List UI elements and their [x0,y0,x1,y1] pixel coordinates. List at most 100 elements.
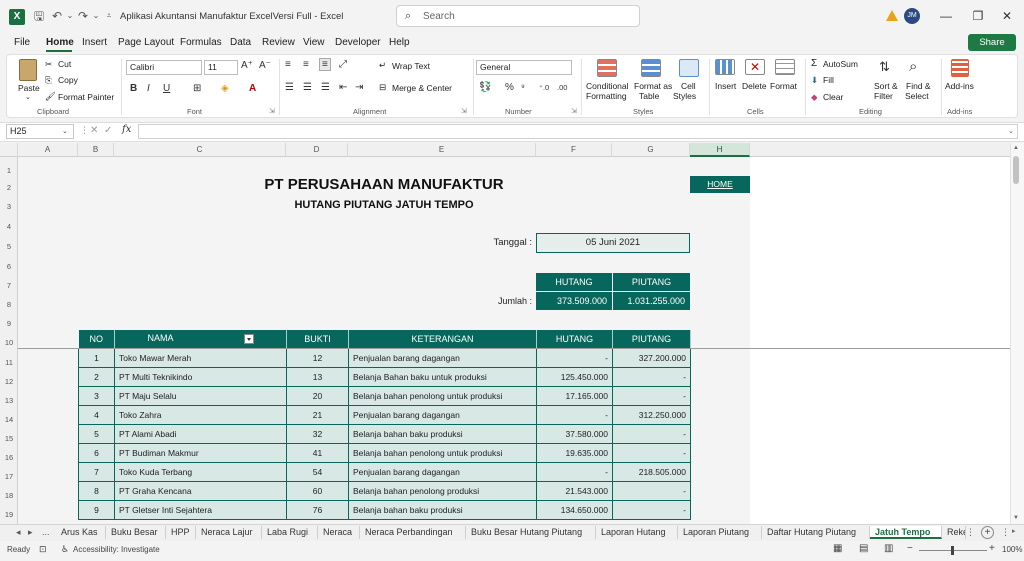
row-header[interactable]: 19 [0,510,18,519]
cell-no[interactable]: 9 [78,499,115,520]
sheet-tab-arus-kas[interactable]: Arus Kas [56,526,106,539]
align-bottom-icon[interactable]: ≡ [319,58,331,71]
cell-nama[interactable]: PT Maju Selalu [114,385,287,406]
cell-styles-icon[interactable] [679,59,699,77]
decrease-font-icon[interactable]: A⁻ [259,60,271,71]
cell-bukti[interactable]: 54 [286,461,349,482]
cell-hutang[interactable]: - [536,347,613,368]
page-layout-view-icon[interactable]: ▤ [859,543,868,554]
cell-keterangan[interactable]: Penjualan barang dagangan [348,461,537,482]
row-header[interactable]: 8 [0,300,18,309]
font-dialog-launcher-icon[interactable]: ⇲ [269,107,275,115]
increase-font-icon[interactable]: A⁺ [241,60,253,71]
tab-insert[interactable]: Insert [82,37,107,48]
avatar[interactable]: JM [904,8,920,24]
row-header[interactable]: 15 [0,434,18,443]
cell-bukti[interactable]: 20 [286,385,349,406]
restore-icon[interactable]: ❐ [970,8,986,24]
cell-nama[interactable]: PT Graha Kencana [114,480,287,501]
filter-dropdown-icon[interactable] [243,334,254,345]
align-left-icon[interactable]: ☰ [285,82,294,93]
cell-no[interactable]: 5 [78,423,115,444]
cell-piutang[interactable]: - [612,480,691,501]
cell-no[interactable]: 8 [78,480,115,501]
delete-cells-button[interactable]: Delete [742,81,767,91]
cell-hutang[interactable]: 125.450.000 [536,366,613,387]
zoom-slider-thumb[interactable] [951,546,954,555]
cell-keterangan[interactable]: Belanja Bahan baku untuk produksi [348,366,537,387]
sheet-tab-laporan-piutang[interactable]: Laporan Piutang [678,526,762,539]
hscroll-right-icon[interactable]: ▸ [1012,527,1016,535]
underline-icon[interactable]: U [163,83,170,94]
number-dialog-launcher-icon[interactable]: ⇲ [571,107,577,115]
align-top-icon[interactable]: ≡ [285,59,291,70]
name-box-dropdown-icon[interactable]: ⌄ [62,127,68,135]
find-select-icon[interactable]: ⌕ [909,58,917,75]
formula-input[interactable] [138,124,1018,139]
tab-home[interactable]: Home [46,37,74,48]
fill-button[interactable]: Fill [823,75,834,85]
decrease-decimal-icon[interactable]: .00 [557,83,567,92]
redo-dropdown-icon[interactable]: ⌄ [89,9,103,23]
save-icon[interactable]: 🖫 [32,9,46,23]
accounting-format-icon[interactable]: 💱 [479,82,491,93]
font-color-icon[interactable]: A [249,83,256,94]
cell-piutang[interactable]: - [612,423,691,444]
cell-keterangan[interactable]: Belanja bahan baku produksi [348,499,537,520]
accessibility-status[interactable]: Accessibility: Investigate [73,545,160,554]
font-size-select[interactable]: 11 [204,60,238,75]
cell-nama[interactable]: Toko Zahra [114,404,287,425]
add-ins-icon[interactable] [951,59,969,77]
cell-hutang[interactable]: 134.650.000 [536,499,613,520]
row-header[interactable]: 3 [0,202,18,211]
column-header-b[interactable]: B [78,143,114,157]
cell-hutang[interactable]: - [536,404,613,425]
cell-no[interactable]: 7 [78,461,115,482]
tab-formulas[interactable]: Formulas [180,37,222,48]
cell-bukti[interactable]: 60 [286,480,349,501]
find-select-button[interactable]: Find & [906,81,931,91]
format-cells-button[interactable]: Format [770,81,797,91]
sheet-tab-laporan-hutang[interactable]: Laporan Hutang [596,526,678,539]
sheet-tab-reke[interactable]: Reke ... [942,526,966,539]
insert-cells-button[interactable]: Insert [715,81,736,91]
share-button[interactable]: Share [968,34,1016,51]
cell-no[interactable]: 6 [78,442,115,463]
insert-function-icon[interactable]: fx [122,124,131,135]
tab-view[interactable]: View [303,37,325,48]
cell-keterangan[interactable]: Penjualan barang dagangan [348,404,537,425]
align-middle-icon[interactable]: ≡ [303,59,309,70]
cell-keterangan[interactable]: Penjualan barang dagangan [348,347,537,368]
sort-filter-icon[interactable]: ⇅ [879,59,890,75]
row-header[interactable]: 18 [0,491,18,500]
home-link-button[interactable]: HOME [690,176,750,193]
tab-page-layout[interactable]: Page Layout [118,37,174,48]
increase-indent-icon[interactable]: ⇥ [355,82,363,93]
minimize-icon[interactable]: — [938,8,954,24]
sheet-tab-neraca-perbandingan[interactable]: Neraca Perbandingan [360,526,466,539]
cell-piutang[interactable]: 327.200.000 [612,347,691,368]
undo-dropdown-icon[interactable]: ⌄ [63,9,77,23]
customize-qat-icon[interactable]: ⩡ [102,9,116,23]
autosum-button[interactable]: AutoSum [823,59,858,69]
tab-data[interactable]: Data [230,37,251,48]
row-header[interactable]: 4 [0,222,18,231]
merge-center-button[interactable]: Merge & Center [392,83,452,93]
cell-piutang[interactable]: 218.505.000 [612,461,691,482]
fill-color-icon[interactable]: ◈ [221,83,229,94]
cell-keterangan[interactable]: Belanja bahan penolong untuk produksi [348,442,537,463]
align-right-icon[interactable]: ☰ [321,82,330,93]
decrease-indent-icon[interactable]: ⇤ [339,82,347,93]
format-as-table-button[interactable]: Format as [634,81,672,91]
summary-piutang-total[interactable]: 1.031.255.000 [613,292,690,310]
wrap-text-button[interactable]: Wrap Text [392,61,430,71]
font-name-select[interactable]: Calibri [126,60,202,75]
row-header[interactable]: 16 [0,453,18,462]
cell-no[interactable]: 4 [78,404,115,425]
cell-hutang[interactable]: 37.580.000 [536,423,613,444]
sheet-tab-hpp[interactable]: HPP [166,526,196,539]
row-header[interactable]: 9 [0,319,18,328]
redo-icon[interactable]: ↷ [76,9,90,23]
cell-hutang[interactable]: - [536,461,613,482]
orientation-icon[interactable]: ⤢ [339,59,347,70]
